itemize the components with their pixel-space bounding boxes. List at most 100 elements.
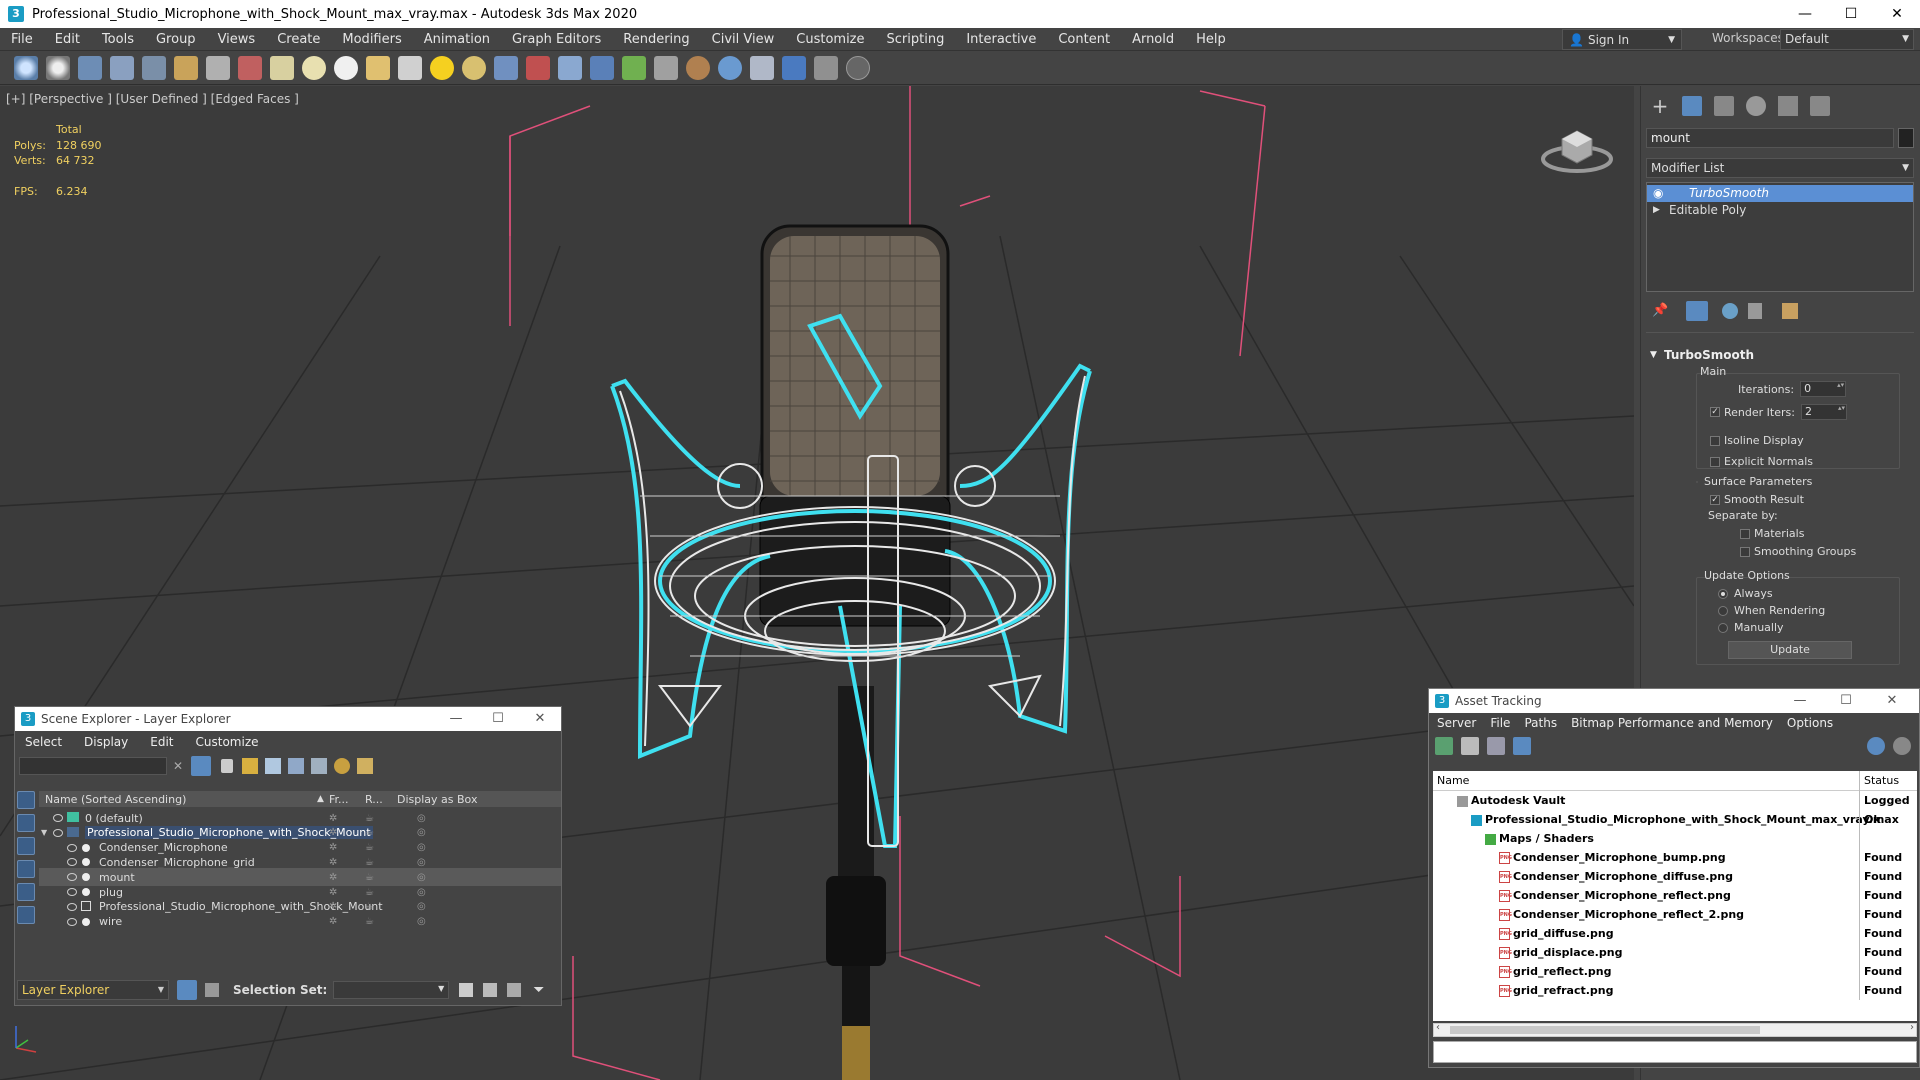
asset-row[interactable]: PNGCondenser_Microphone_reflect.png Found [1433,886,1917,905]
select-link-icon[interactable] [78,55,102,80]
update-button[interactable]: Update [1728,641,1852,659]
viewport-label[interactable]: [+] [Perspective ] [User Defined ] [Edge… [6,92,299,106]
menu-rendering[interactable]: Rendering [612,28,700,51]
frozen-icon[interactable]: ✲ [329,901,337,912]
render-iters-checkbox[interactable]: ✓ [1710,407,1720,417]
frozen-icon[interactable]: ✲ [329,887,337,898]
select-by-name-icon[interactable] [238,55,262,80]
eye-icon[interactable] [67,858,77,867]
when-rendering-radio[interactable] [1718,605,1728,616]
asset-row[interactable]: PNGgrid_displace.png Found [1433,943,1917,962]
redo-icon[interactable] [46,55,70,80]
modifier-list-dropdown[interactable]: Modifier List ▼ [1646,158,1914,178]
explicit-normals-checkbox[interactable] [1710,456,1720,467]
display-box-icon[interactable]: ◎ [417,813,426,824]
se-menu-customize[interactable]: Customize [196,735,259,749]
eye-icon[interactable] [53,814,63,822]
menu-file[interactable]: File [0,28,44,51]
scrollbar-thumb[interactable] [1450,1026,1760,1034]
script-icon[interactable] [814,55,838,80]
undo-icon[interactable] [14,55,38,80]
menu-content[interactable]: Content [1047,28,1121,51]
status-column-header[interactable]: Status [1859,770,1899,791]
refresh-icon[interactable] [1435,737,1453,755]
asset-row[interactable]: PNGCondenser_Microphone_bump.png Found [1433,848,1917,867]
move-icon[interactable] [334,55,358,80]
asset-row[interactable]: PNGgrid_diffuse.png Found [1433,924,1917,943]
explorer-row[interactable]: wire ✲ ☕ ◎ [39,913,561,931]
menu-interactive[interactable]: Interactive [955,28,1047,51]
display-box-icon[interactable]: ◎ [417,916,426,927]
name-column-header[interactable]: Name [1437,774,1469,787]
explorer-type-dropdown[interactable]: Layer Explorer ▼ [17,980,169,1000]
se-menu-display[interactable]: Display [84,735,128,749]
material-editor-icon[interactable] [686,55,710,80]
rollout-header[interactable]: ▼ TurboSmooth [1646,345,1914,365]
renderable-icon[interactable]: ☕ [365,842,374,853]
display-box-icon[interactable]: ◎ [417,872,426,883]
asset-row[interactable]: Autodesk Vault Logged O [1433,791,1917,826]
configure-sets-icon[interactable] [1782,303,1798,319]
manually-radio[interactable] [1718,622,1728,633]
display-box-icon[interactable]: ◎ [417,827,426,838]
maximize-button[interactable]: ☐ [1828,0,1874,28]
table-view-icon[interactable] [1487,737,1505,755]
renderable-icon[interactable]: ☕ [365,827,374,838]
expand-arrow-icon[interactable]: ▼ [41,828,47,837]
curve-editor-icon[interactable] [654,55,678,80]
render-icon[interactable] [782,55,806,80]
iterations-spinner[interactable]: 0 [1800,381,1847,397]
asset-row[interactable]: Professional_Studio_Microphone_with_Shoc… [1433,810,1917,829]
scroll-left-icon[interactable]: ‹ [1436,1022,1440,1033]
layer-explorer-icon[interactable] [177,980,197,1000]
close-button[interactable]: ✕ [1874,0,1920,28]
workspace-select[interactable]: Default ▼ [1780,29,1914,50]
maximize-button[interactable]: ☐ [479,707,517,731]
modify-tab-icon[interactable] [1682,96,1702,116]
graphite-icon[interactable] [622,55,646,80]
close-button[interactable]: ✕ [521,707,559,731]
rotate-icon[interactable] [366,55,390,80]
asset-row[interactable]: PNGCondenser_Microphone_diffuse.png Found [1433,867,1917,886]
renderable-icon[interactable]: ☕ [365,857,374,868]
eye-icon[interactable]: ◉ [1653,185,1663,202]
display-as-box-column[interactable]: Display as Box [397,793,477,806]
se-menu-edit[interactable]: Edit [150,735,173,749]
create-selection-set-icon[interactable] [459,983,474,997]
asset-row[interactable]: Maps / Shaders [1433,829,1917,848]
eye-icon[interactable] [67,917,77,926]
layer-manager-icon[interactable] [590,55,614,80]
mirror-icon[interactable] [526,55,550,80]
asset-row[interactable]: PNGCondenser_Microphone_reflect_2.png Fou… [1433,905,1917,924]
display-box-icon[interactable]: ◎ [417,857,426,868]
render-iters-spinner[interactable]: 2 [1800,404,1847,420]
at-menu-file[interactable]: File [1490,716,1510,730]
find-input[interactable] [19,757,167,775]
selection-filter-icon[interactable] [174,55,198,80]
frozen-icon[interactable]: ✲ [329,857,337,868]
at-menu-paths[interactable]: Paths [1524,716,1557,730]
display-lights-icon[interactable] [17,837,35,855]
smoothing-groups-checkbox[interactable] [1740,546,1750,557]
show-end-result-icon[interactable] [1686,301,1708,321]
maximize-button[interactable]: ☐ [1827,689,1865,713]
pin-stack-icon[interactable]: 📌 [1652,303,1668,319]
remove-modifier-icon[interactable] [1748,303,1762,319]
display-box-icon[interactable]: ◎ [417,901,426,912]
frozen-icon[interactable]: ✲ [329,813,337,824]
menu-graph-editors[interactable]: Graph Editors [501,28,612,51]
funnel-icon[interactable]: ⏷ [533,982,544,998]
at-menu-options[interactable]: Options [1787,716,1833,730]
menu-scripting[interactable]: Scripting [876,28,956,51]
frozen-icon[interactable]: ✲ [329,842,337,853]
name-column[interactable]: Name (Sorted Ascending) [45,793,317,806]
renderable-icon[interactable]: ☕ [365,901,374,912]
select-object-icon[interactable] [206,55,230,80]
add-to-set-icon[interactable] [483,983,498,997]
object-name-input[interactable]: mount [1646,128,1894,148]
scale-icon[interactable] [398,55,422,80]
minimize-button[interactable]: — [437,707,475,731]
display-cameras-icon[interactable] [17,860,35,878]
asset-path-field[interactable] [1433,1041,1917,1063]
display-box-icon[interactable]: ◎ [417,887,426,898]
